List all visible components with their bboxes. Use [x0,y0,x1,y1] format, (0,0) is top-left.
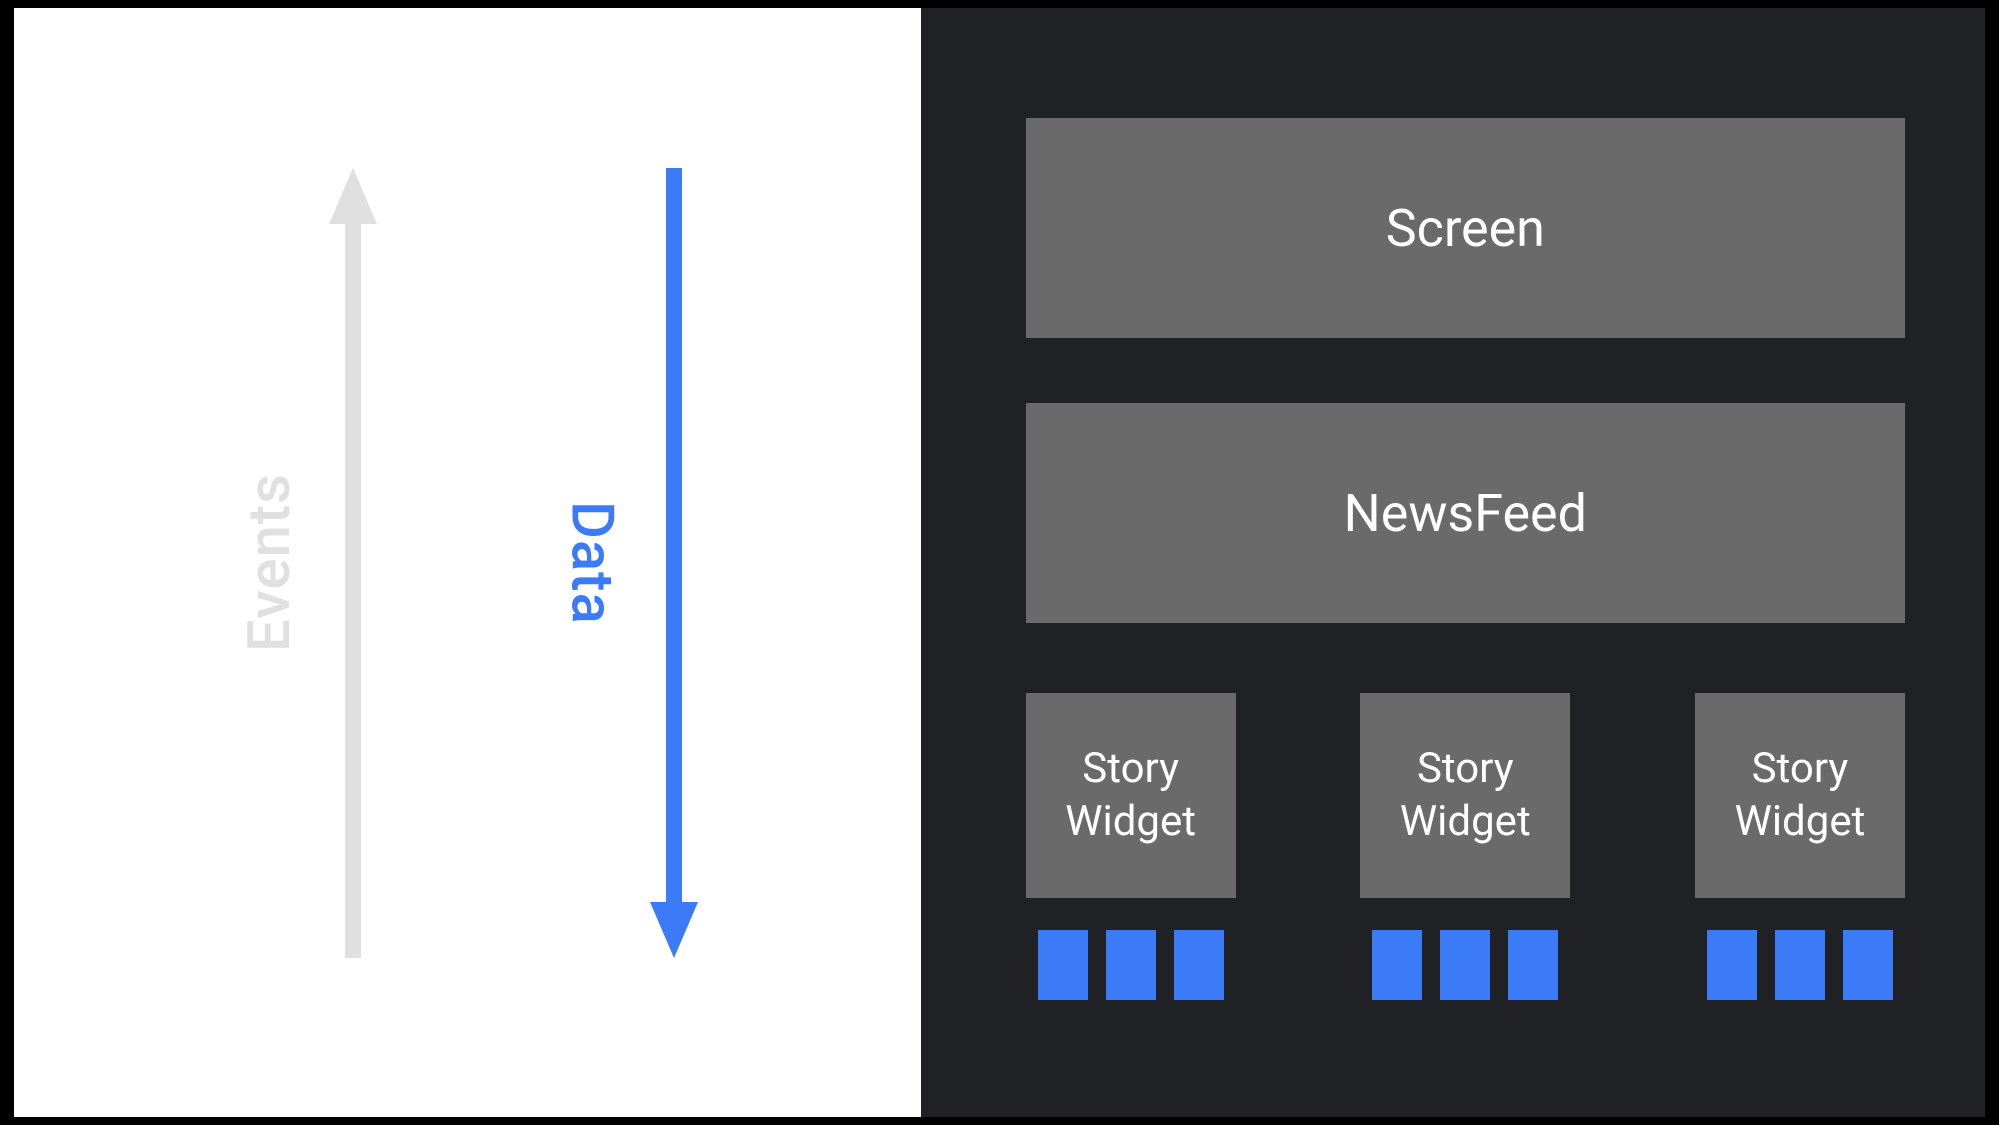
chip [1775,930,1825,1000]
story-widgets-row: StoryWidget StoryWidget StoryWidget [1026,693,1905,1000]
chip [1038,930,1088,1000]
story-widget-col: StoryWidget [1026,693,1236,1000]
chip [1707,930,1757,1000]
data-arrow-group: Data [557,168,698,958]
story-widget-label: StoryWidget [1735,743,1866,848]
story-widget-box: StoryWidget [1360,693,1570,898]
left-panel: Events Data [14,8,921,1117]
chips-row [1372,930,1558,1000]
story-widget-col: StoryWidget [1695,693,1905,1000]
story-widget-label: StoryWidget [1400,743,1531,848]
chip [1843,930,1893,1000]
chip [1372,930,1422,1000]
screen-box: Screen [1026,118,1905,338]
arrow-down-icon [650,168,698,958]
chip [1508,930,1558,1000]
newsfeed-box: NewsFeed [1026,403,1905,623]
story-widget-label: StoryWidget [1065,743,1196,848]
story-widget-box: StoryWidget [1026,693,1236,898]
chip [1440,930,1490,1000]
chip [1174,930,1224,1000]
chips-row [1707,930,1893,1000]
arrow-up-icon [329,168,377,958]
story-widget-box: StoryWidget [1695,693,1905,898]
diagram-container: Events Data Screen NewsFeed StoryWidget [14,8,1985,1117]
data-label: Data [557,501,625,625]
right-panel: Screen NewsFeed StoryWidget StoryWidget [921,8,1985,1117]
chips-row [1038,930,1224,1000]
events-arrow-group: Events [236,168,377,958]
events-label: Events [236,473,304,652]
chip [1106,930,1156,1000]
story-widget-col: StoryWidget [1360,693,1570,1000]
